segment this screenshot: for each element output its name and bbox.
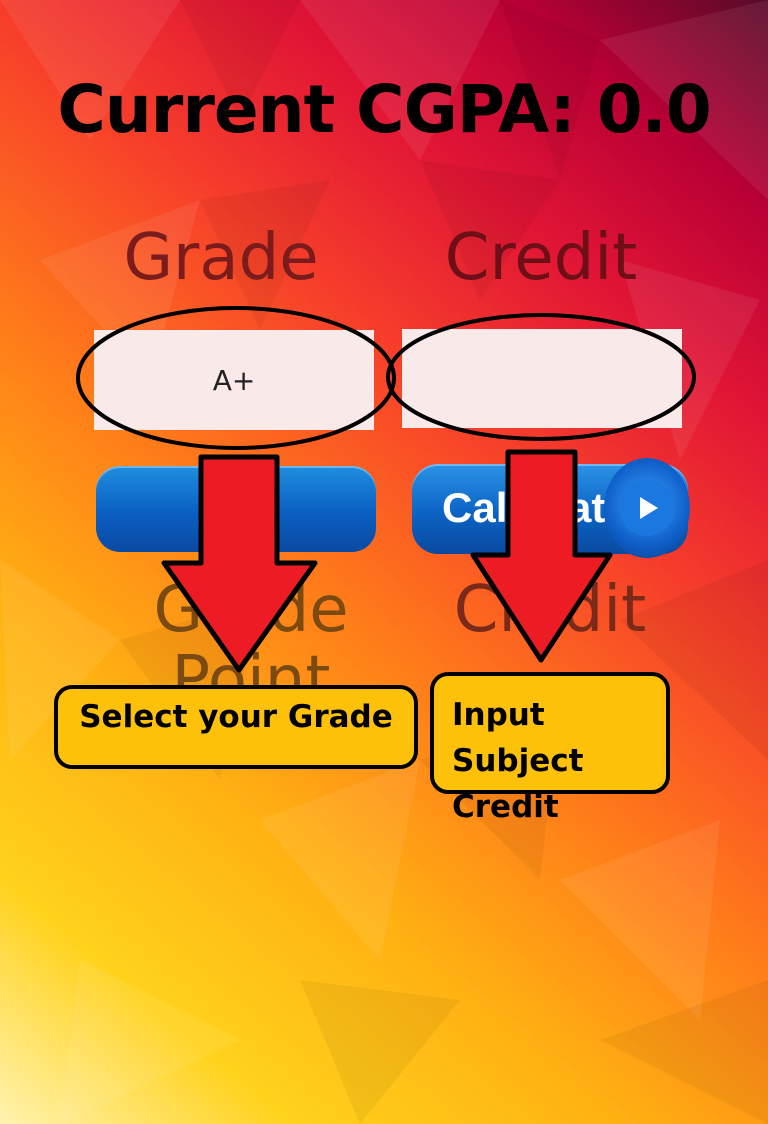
play-icon[interactable] — [604, 458, 690, 558]
add-button-label: Add — [197, 486, 275, 531]
grade-select-value: A+ — [212, 363, 256, 397]
select-grade-note-text: Select your Grade — [79, 699, 393, 735]
select-grade-note: Select your Grade — [54, 685, 418, 769]
polygon-texture — [0, 0, 768, 1124]
grade-label: Grade — [123, 221, 319, 295]
input-credit-note: Input Subject Credit — [430, 672, 670, 825]
credit-input[interactable] — [402, 329, 682, 428]
current-cgpa-title: Current CGPA: 0.0 — [57, 71, 711, 148]
credit-result-label: Credit — [453, 573, 647, 647]
grade-select[interactable]: A+ — [94, 330, 374, 430]
credit-label: Credit — [444, 221, 638, 295]
add-button[interactable]: Add — [96, 466, 376, 552]
play-triangle-icon — [640, 497, 658, 519]
calculate-button-label: Calculate — [442, 484, 629, 531]
play-icon-inner — [619, 480, 675, 536]
